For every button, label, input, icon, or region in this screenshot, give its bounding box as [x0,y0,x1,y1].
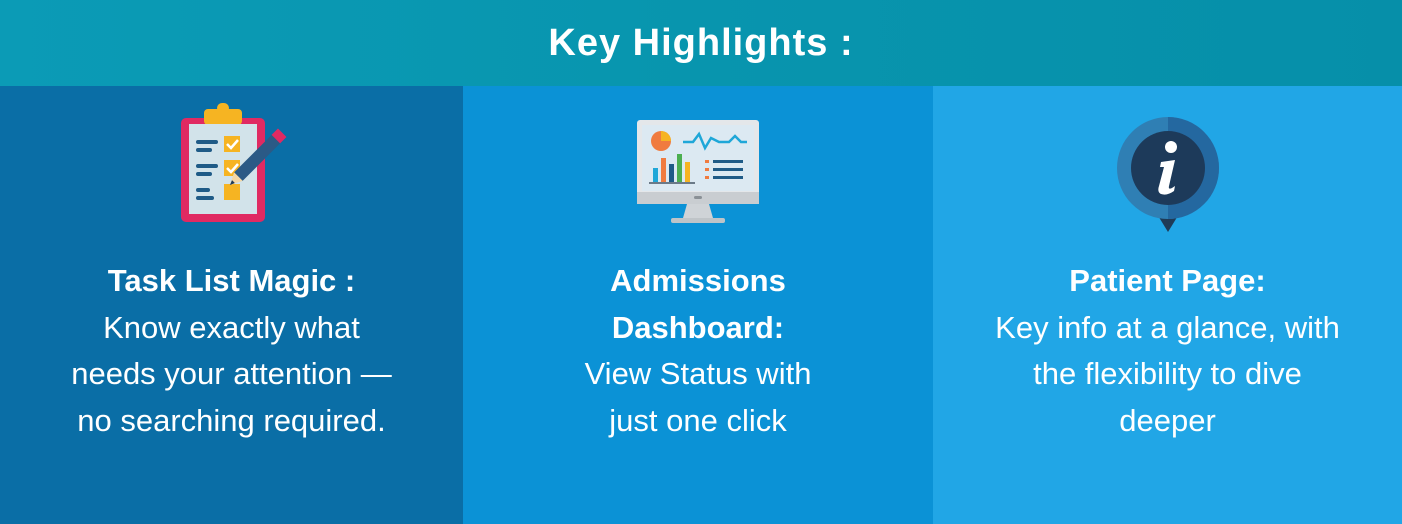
highlight-text: Task List Magic : Know exactly what need… [0,258,463,444]
highlight-title: Task List Magic : [107,263,356,298]
highlight-description: Key info at a glance, with the flexibili… [995,309,1340,438]
highlight-admissions-dashboard: Admissions Dashboard: View Status with j… [463,86,933,524]
banner-title: Key Highlights : [548,21,854,64]
highlight-task-list: Task List Magic : Know exactly what need… [0,86,463,524]
highlight-patient-page: Patient Page: Key info at a glance, with… [933,86,1402,524]
highlight-description: View Status with just one click [584,356,812,438]
info-pin-icon [933,102,1402,236]
dashboard-monitor-icon [463,102,933,236]
header-bar: Key Highlights : [0,0,1402,86]
highlight-text: Admissions Dashboard: View Status with j… [463,258,933,444]
highlight-title: Patient Page: [1069,263,1266,298]
highlight-description: Know exactly what needs your attention —… [71,309,392,438]
checklist-icon [0,102,463,236]
highlights-row: Task List Magic : Know exactly what need… [0,86,1402,524]
key-highlights-banner: Key Highlights : Task List Magic: Know … [0,0,1402,524]
highlight-text: Patient Page: Key info at a glance, with… [933,258,1402,444]
highlight-title: Admissions Dashboard: [610,263,786,345]
